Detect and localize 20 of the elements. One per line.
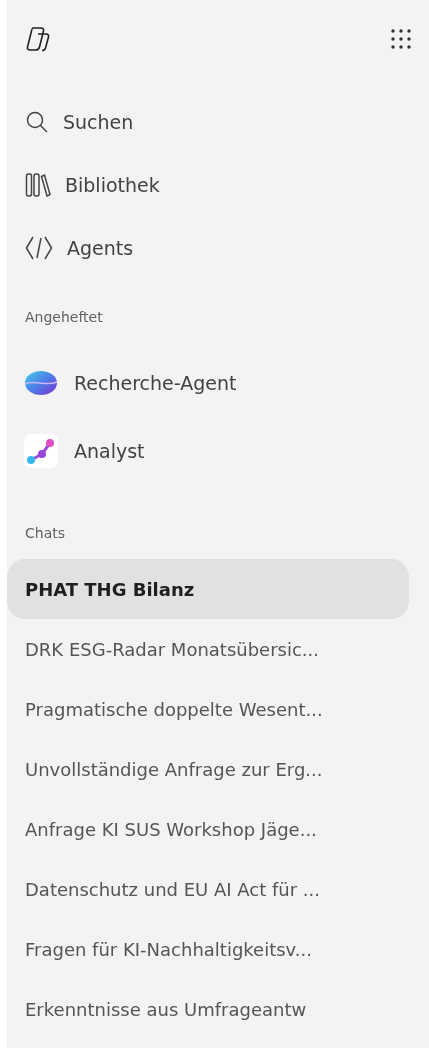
section-heading: Angeheftet [24, 308, 104, 327]
search-icon [25, 109, 49, 134]
connected-dots-icon [23, 433, 59, 469]
app-grid-icon[interactable] [389, 27, 413, 51]
chat-item[interactable]: DRK ESG-Radar Monatsübersic... [7, 619, 409, 679]
chat-item[interactable]: Datenschutz und EU AI Act für ... [7, 859, 409, 919]
section-heading: Chats [24, 524, 66, 543]
agent-item[interactable]: Recherche-Agent [7, 349, 237, 417]
chat-item[interactable]: Erkenntnisse aus Umfrageantw [7, 979, 409, 1039]
nav-item[interactable]: Suchen [7, 90, 134, 153]
chat-item[interactable]: PHAT THG Bilanz [7, 559, 409, 619]
nav-item[interactable]: Agents [7, 216, 134, 279]
chat-item[interactable]: Pragmatische doppelte Wesent... [7, 679, 409, 739]
nav-item[interactable]: Bibliothek [7, 153, 160, 216]
agent-item[interactable]: Analyst [7, 417, 145, 485]
chat-item[interactable]: Unvollständige Anfrage zur Erg... [7, 739, 409, 799]
chat-item[interactable]: Fragen für KI-Nachhaltigkeitsv... [7, 919, 409, 979]
books-icon [25, 171, 51, 198]
chat-item[interactable]: Anfrage KI SUS Workshop Jäge... [7, 799, 409, 859]
code-brackets-icon [25, 234, 53, 261]
